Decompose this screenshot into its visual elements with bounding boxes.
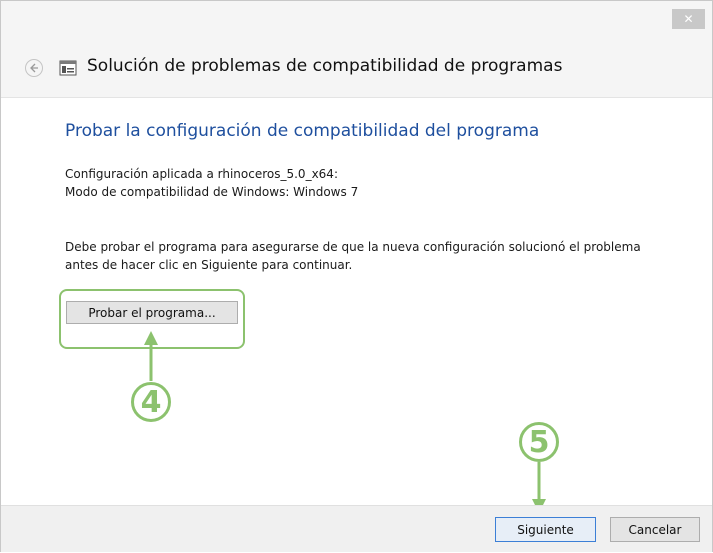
- next-button[interactable]: Siguiente: [495, 517, 596, 542]
- callout-arrows: [144, 331, 546, 513]
- footer-bar: Siguiente Cancelar: [1, 505, 712, 552]
- step5-badge: 5: [519, 422, 559, 462]
- step4-arrowhead: [144, 331, 158, 345]
- troubleshooter-window: ✕ Solución de problemas de compatibilida…: [0, 0, 713, 552]
- cancel-button[interactable]: Cancelar: [610, 517, 700, 542]
- step4-badge: 4: [131, 382, 171, 422]
